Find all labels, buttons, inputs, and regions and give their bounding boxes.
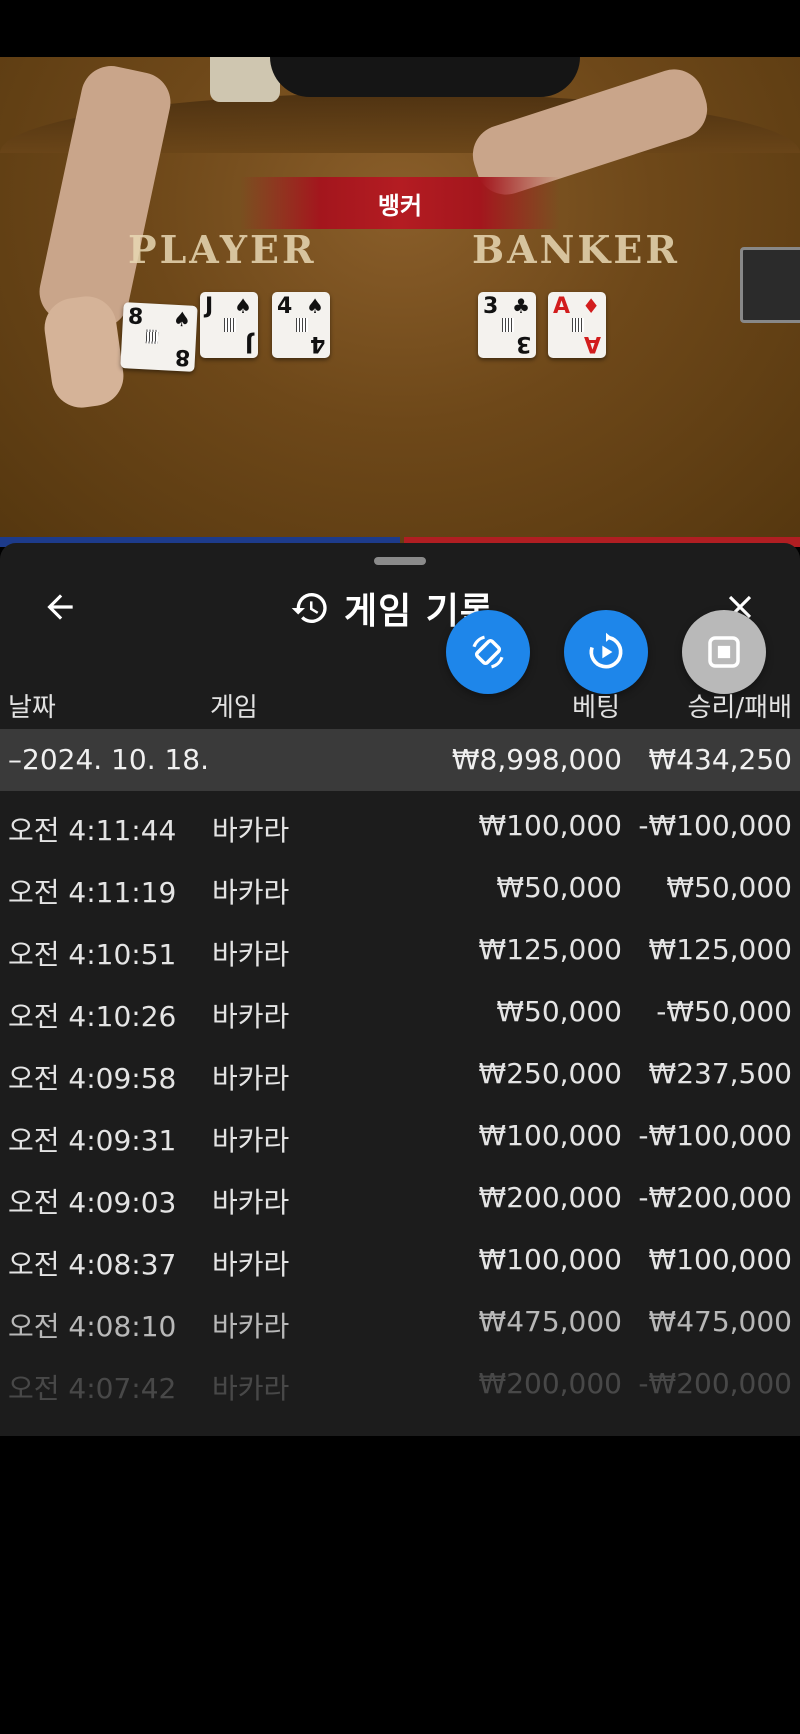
banker-card: A ♦ A <box>548 292 606 358</box>
history-list: 오전 4:11:44 바카라 ₩100,000 -₩100,000 오전 4:1… <box>0 791 800 1411</box>
table-row[interactable]: 오전 4:11:44 바카라 ₩100,000 -₩100,000 <box>0 791 800 853</box>
player-card: J ♠ J <box>200 292 258 358</box>
row-result: -₩50,000 <box>656 995 792 1028</box>
row-bet: ₩200,000 <box>478 1367 622 1400</box>
dealer <box>270 57 580 97</box>
row-time: 오전 4:09:31 <box>8 1124 177 1157</box>
history-icon <box>291 593 327 623</box>
row-result: ₩100,000 <box>648 1243 792 1276</box>
table-header: 날짜 게임 베팅 승리/패배 <box>0 673 800 733</box>
row-result: ₩475,000 <box>648 1305 792 1338</box>
row-game: 바카라 <box>212 1248 290 1281</box>
card-shoe <box>740 247 800 323</box>
row-game: 바카라 <box>212 1062 290 1095</box>
row-time: 오전 4:10:51 <box>8 938 177 971</box>
table-row[interactable]: 오전 4:07:42 바카라 ₩200,000 -₩200,000 <box>0 1349 800 1411</box>
winner-banner: 뱅커 <box>240 177 560 229</box>
row-game: 바카라 <box>212 1000 290 1033</box>
stop-icon <box>708 636 740 668</box>
row-bet: ₩100,000 <box>478 1243 622 1276</box>
column-header-game: 게임 <box>210 693 258 723</box>
column-header-date: 날짜 <box>8 693 56 723</box>
row-result: -₩100,000 <box>638 1119 792 1152</box>
row-result: ₩237,500 <box>648 1057 792 1090</box>
row-result: ₩125,000 <box>648 933 792 966</box>
table-row[interactable]: 오전 4:10:26 바카라 ₩50,000 -₩50,000 <box>0 977 800 1039</box>
row-bet: ₩200,000 <box>478 1181 622 1214</box>
row-time: 오전 4:09:03 <box>8 1186 177 1219</box>
summary-date: –2024. 10. 18. <box>8 743 210 776</box>
row-result: -₩200,000 <box>638 1181 792 1214</box>
row-game: 바카라 <box>212 814 290 847</box>
row-result: ₩50,000 <box>666 871 792 904</box>
column-header-bet: 베팅 <box>572 693 620 723</box>
summary-bet-total: ₩8,998,000 <box>451 743 622 776</box>
row-game: 바카라 <box>212 1124 290 1157</box>
row-time: 오전 4:07:42 <box>8 1372 177 1405</box>
arrow-left-icon <box>47 594 73 620</box>
row-bet: ₩475,000 <box>478 1305 622 1338</box>
row-bet: ₩100,000 <box>478 1119 622 1152</box>
row-bet: ₩250,000 <box>478 1057 622 1090</box>
player-table-label: PLAYER <box>128 227 317 272</box>
table-row[interactable]: 오전 4:11:19 바카라 ₩50,000 ₩50,000 <box>0 853 800 915</box>
table-row[interactable]: 오전 4:08:37 바카라 ₩100,000 ₩100,000 <box>0 1225 800 1287</box>
player-card: 8 ♠ 8 <box>120 302 198 372</box>
column-header-result: 승리/패배 <box>687 693 792 723</box>
dealer-arm-left <box>33 60 177 334</box>
row-bet: ₩50,000 <box>496 871 622 904</box>
banker-table-label: BANKER <box>472 227 680 272</box>
live-video-feed: 뱅커 PLAYER BANKER 8 ♠ 8 J ♠ J 4 ♠ 4 3 ♣ 3… <box>0 57 800 547</box>
game-history-sheet: 게임 기록 날짜 게임 베팅 승리/패배 –2024. 10. 18. ₩8,9… <box>0 543 800 1436</box>
row-result: -₩200,000 <box>638 1367 792 1400</box>
row-game: 바카라 <box>212 876 290 909</box>
replay-icon <box>589 632 623 669</box>
row-time: 오전 4:11:44 <box>8 814 177 847</box>
row-time: 오전 4:08:10 <box>8 1310 177 1343</box>
banker-card: 3 ♣ 3 <box>478 292 536 358</box>
row-time: 오전 4:11:19 <box>8 876 177 909</box>
row-game: 바카라 <box>212 938 290 971</box>
row-time: 오전 4:09:58 <box>8 1062 177 1095</box>
row-game: 바카라 <box>212 1372 290 1405</box>
table-row[interactable]: 오전 4:10:51 바카라 ₩125,000 ₩125,000 <box>0 915 800 977</box>
table-row[interactable]: 오전 4:09:31 바카라 ₩100,000 -₩100,000 <box>0 1101 800 1163</box>
date-summary-row[interactable]: –2024. 10. 18. ₩8,998,000 ₩434,250 <box>0 729 800 791</box>
dealer-chair <box>210 57 280 102</box>
table-row[interactable]: 오전 4:08:10 바카라 ₩475,000 ₩475,000 <box>0 1287 800 1349</box>
table-row[interactable]: 오전 4:09:03 바카라 ₩200,000 -₩200,000 <box>0 1163 800 1225</box>
row-bet: ₩100,000 <box>478 809 622 842</box>
row-result: -₩100,000 <box>638 809 792 842</box>
player-card: 4 ♠ 4 <box>272 292 330 358</box>
back-button[interactable] <box>36 583 84 631</box>
row-game: 바카라 <box>212 1310 290 1343</box>
row-time: 오전 4:08:37 <box>8 1248 177 1281</box>
sheet-drag-handle[interactable] <box>374 557 426 565</box>
winner-banner-label: 뱅커 <box>377 191 423 220</box>
summary-result-total: ₩434,250 <box>648 743 792 776</box>
row-game: 바카라 <box>212 1186 290 1219</box>
row-bet: ₩50,000 <box>496 995 622 1028</box>
row-time: 오전 4:10:26 <box>8 1000 177 1033</box>
rotate-screen-icon <box>472 635 504 669</box>
row-bet: ₩125,000 <box>478 933 622 966</box>
table-row[interactable]: 오전 4:09:58 바카라 ₩250,000 ₩237,500 <box>0 1039 800 1101</box>
